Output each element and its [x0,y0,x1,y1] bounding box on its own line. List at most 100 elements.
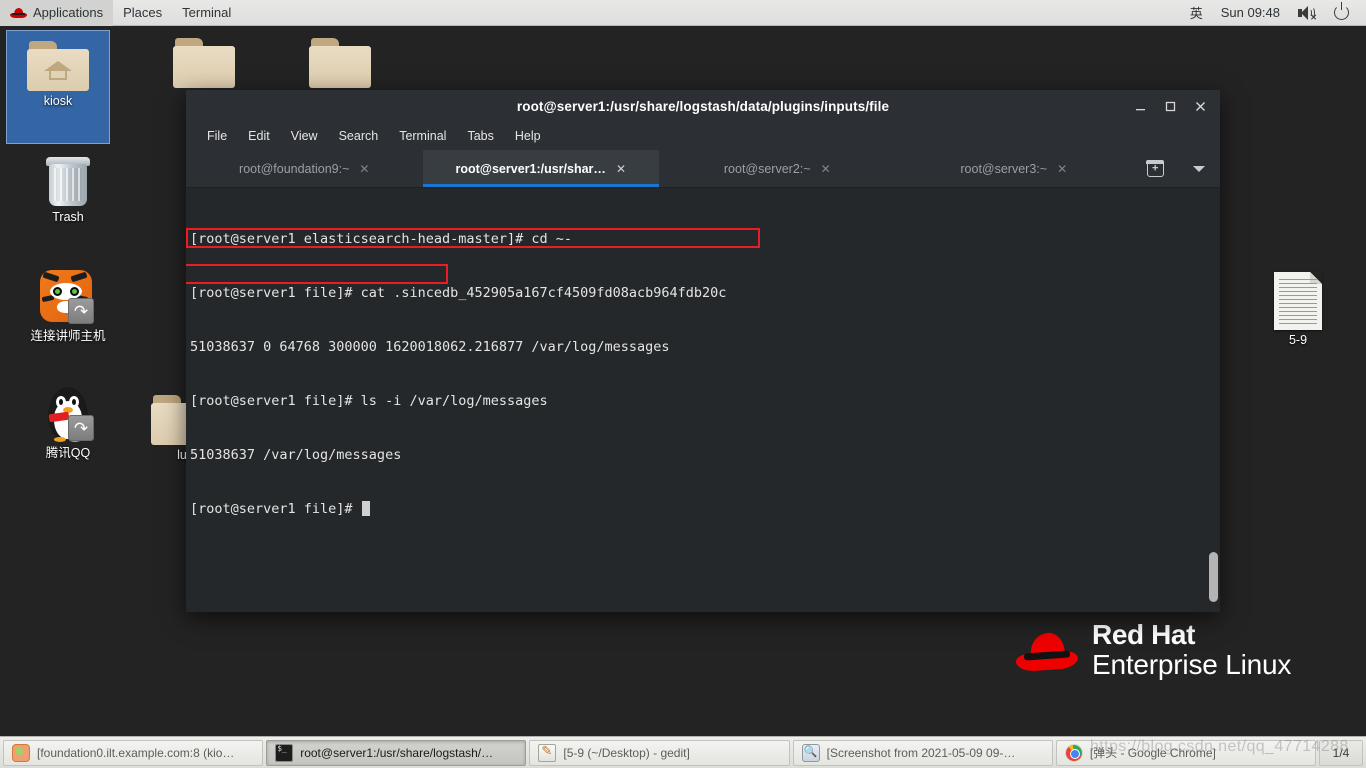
terminal-text: [root@server1 elasticsearch-head-master]… [190,194,1220,554]
folder-icon [309,38,371,88]
desktop-icon-kiosk[interactable]: kiosk [6,30,110,144]
menu-bar: File Edit View Search Terminal Tabs Help [186,122,1220,150]
desktop-icon-tencent-qq[interactable]: ↷ 腾讯QQ [16,385,120,461]
menu-view[interactable]: View [282,126,327,146]
applications-menu[interactable]: Applications [0,0,114,26]
terminal-line: [root@server1 file]# cat .sincedb_452905… [190,285,727,301]
maximize-button[interactable] [1156,92,1184,120]
terminal-line: [root@server1 elasticsearch-head-master]… [190,231,573,247]
terminal-scrollbar-thumb[interactable] [1209,552,1218,602]
terminal-tab-foundation9[interactable]: root@foundation9:~ ✕ [186,150,423,187]
kiosk-icon [12,743,30,762]
shortcut-arrow-icon: ↷ [68,298,94,324]
input-method-indicator[interactable]: 英 [1181,0,1212,26]
terminal-line: 51038637 /var/log/messages [190,447,402,463]
tab-label: root@server1:/usr/shar… [455,161,606,176]
taskbar-button-label: [Screenshot from 2021-05-09 09-… [826,745,1016,760]
desktop-icon-label: 连接讲师主机 [30,329,106,343]
top-panel: Applications Places Terminal 英 Sun 09:48… [0,0,1366,26]
menu-terminal[interactable]: Terminal [390,126,455,146]
desktop-icon-trash[interactable]: Trash [16,155,120,225]
terminal-cursor [361,501,370,516]
menu-tabs[interactable]: Tabs [458,126,502,146]
terminal-line: 51038637 0 64768 300000 1620018062.21687… [190,339,670,355]
rhel-branding: Red Hat Enterprise Linux [1015,619,1292,680]
desktop-icon-5-9-document[interactable]: 5-9 [1246,272,1350,348]
taskbar-button-terminal[interactable]: root@server1:/usr/share/logstash/… [266,739,527,766]
terminal-line: [root@server1 file]# ls -i /var/log/mess… [190,393,548,409]
terminal-menu[interactable]: Terminal [172,0,241,26]
top-panel-status-area: 英 Sun 09:48 ✕ [1181,0,1366,26]
minimize-button[interactable] [1126,92,1154,120]
minimize-icon [1135,108,1145,110]
workspace-indicator-label: 1/4 [1332,745,1350,760]
terminal-tab-server3[interactable]: root@server3:~ ✕ [896,150,1133,187]
terminal-icon [275,743,294,762]
redhat-hat-logo-icon [1015,626,1079,674]
home-folder-icon [27,41,89,91]
tab-bar-tools: + [1132,150,1220,187]
applications-menu-label: Applications [33,5,104,20]
chevron-down-icon[interactable] [1193,165,1206,172]
taskbar-button-gedit[interactable]: [5-9 (~/Desktop) - gedit] [529,739,790,766]
text-document-icon [1274,272,1322,330]
taskbar-button-label: [弹头 - Google Chrome] [1089,746,1216,760]
input-method-label: 英 [1189,6,1203,21]
desktop-icon-folder-2[interactable] [288,38,392,91]
terminal-tab-server1[interactable]: root@server1:/usr/shar… ✕ [422,150,659,187]
desktop-icon-folder-1[interactable] [152,38,256,91]
power-icon [1334,2,1349,20]
taskbar-button-screenshot[interactable]: [Screenshot from 2021-05-09 09-… [792,739,1053,766]
close-button[interactable] [1186,92,1214,120]
tab-close-icon[interactable]: ✕ [1057,162,1067,176]
clock-label: Sun 09:48 [1220,5,1280,20]
window-controls [1126,90,1214,122]
brand-line-2: Enterprise Linux [1092,648,1292,680]
tab-close-icon[interactable]: ✕ [359,162,369,176]
desktop-icon-label: 腾讯QQ [45,446,91,460]
workspace-indicator[interactable]: 1/4 [1319,739,1364,766]
image-viewer-icon [801,743,820,762]
terminal-tab-bar: root@foundation9:~ ✕ root@server1:/usr/s… [186,150,1220,188]
tab-label: root@server2:~ [723,161,811,176]
volume-muted-icon[interactable]: ✕ [1289,0,1325,26]
menu-help[interactable]: Help [506,126,550,146]
desktop-icon-label: 5-9 [1288,333,1308,347]
menu-file[interactable]: File [198,126,236,146]
maximize-icon [1165,101,1175,111]
new-tab-icon[interactable]: + [1146,159,1165,177]
power-menu-button[interactable] [1325,0,1358,26]
taskbar-button-label: [foundation0.ilt.example.com:8 (kio… [37,745,235,760]
clock[interactable]: Sun 09:48 [1212,0,1289,26]
desktop-icon-label: kiosk [43,94,73,108]
terminal-menu-label: Terminal [182,5,232,20]
window-titlebar[interactable]: root@server1:/usr/share/logstash/data/pl… [186,90,1220,122]
menu-search[interactable]: Search [330,126,388,146]
desktop-icon-connect-instructor-host[interactable]: ↷ 连接讲师主机 [16,270,120,344]
desktop-screen: Applications Places Terminal 英 Sun 09:48… [0,0,1366,768]
terminal-scrollbar[interactable] [1206,188,1220,612]
tab-close-icon[interactable]: ✕ [616,162,626,176]
terminal-prompt: [root@server1 file]# [190,501,361,517]
taskbar-button-label: root@server1:/usr/share/logstash/… [300,745,494,760]
taskbar-button-kiosk[interactable]: [foundation0.ilt.example.com:8 (kio… [3,739,264,766]
chrome-icon [1064,743,1083,762]
menu-edit[interactable]: Edit [239,126,279,146]
tab-label: root@foundation9:~ [239,161,350,176]
taskbar-button-label: [5-9 (~/Desktop) - gedit] [563,745,690,760]
tab-close-icon[interactable]: ✕ [821,162,831,176]
folder-icon [173,38,235,88]
trash-icon [44,155,92,207]
places-menu[interactable]: Places [113,0,172,26]
brand-line-1: Red Hat [1092,619,1195,650]
gedit-icon [538,743,557,762]
terminal-output-area[interactable]: [root@server1 elasticsearch-head-master]… [186,188,1220,612]
places-menu-label: Places [123,5,163,20]
volume-icon-glyph: ✕ [1298,5,1317,21]
shortcut-arrow-icon: ↷ [68,415,94,441]
tab-label: root@server3:~ [960,161,1048,176]
terminal-tab-server2[interactable]: root@server2:~ ✕ [659,150,896,187]
terminal-window[interactable]: root@server1:/usr/share/logstash/data/pl… [186,90,1220,612]
taskbar-button-chrome[interactable]: [弹头 - Google Chrome] [1055,739,1317,766]
desktop-icon-label: Trash [52,210,84,224]
